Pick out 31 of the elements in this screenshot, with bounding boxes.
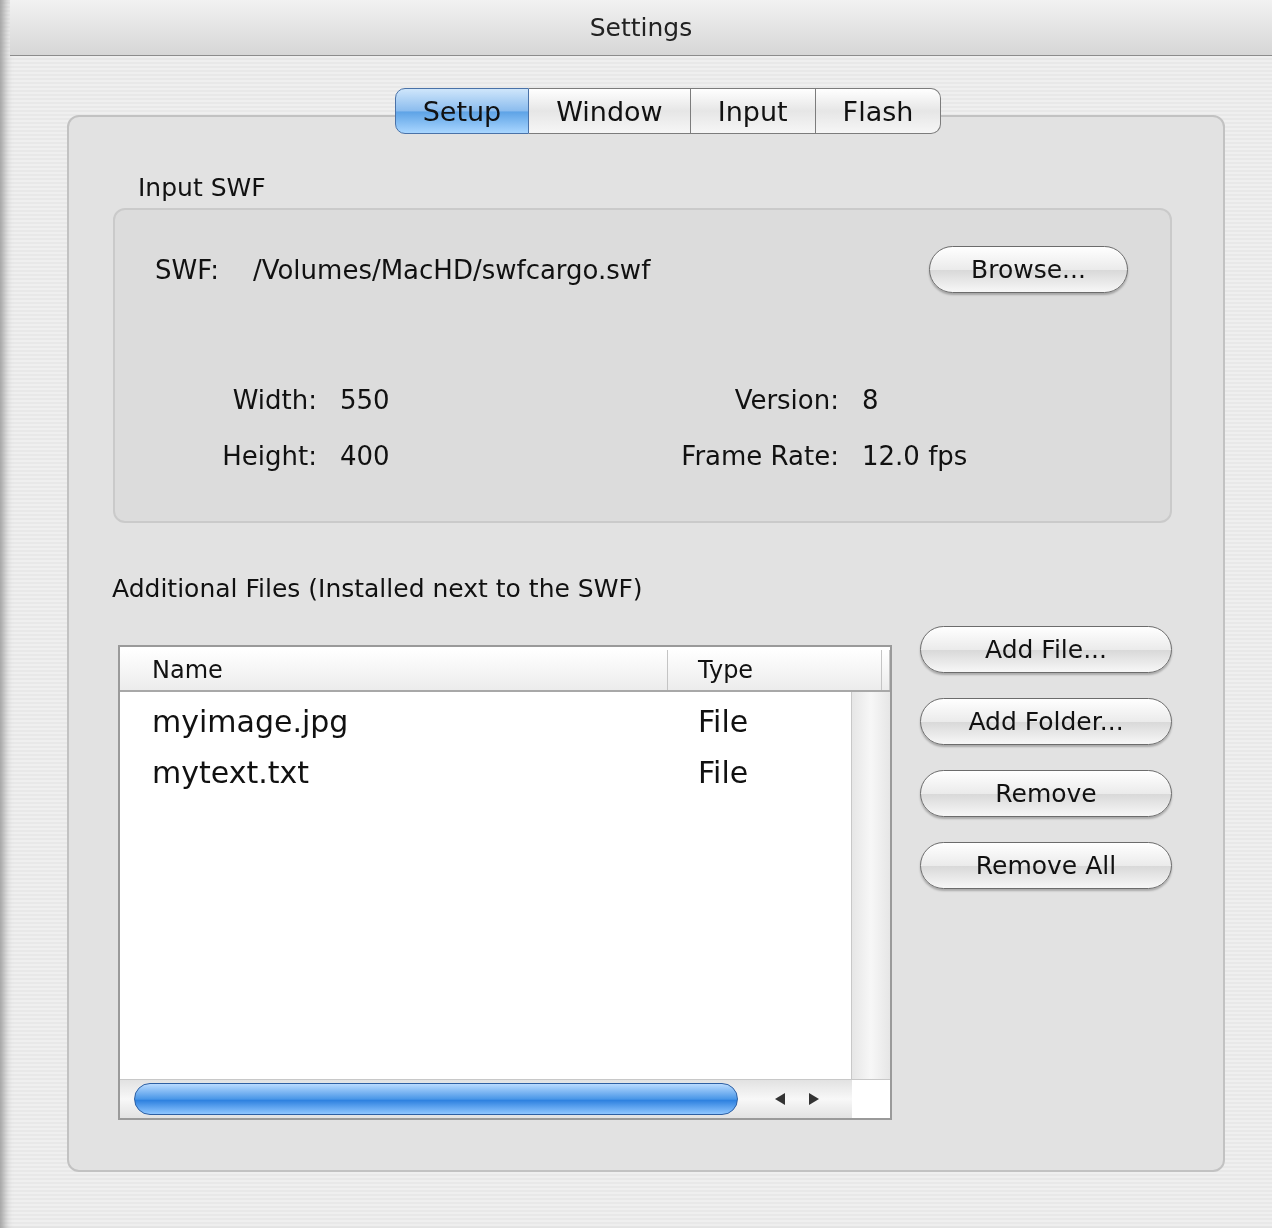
field-label: Width:: [231, 384, 317, 417]
file-path: /Volumes/MacHD/swfcargo.swf: [252, 254, 652, 285]
field-value: 12.0 fps: [862, 440, 969, 473]
scroll-left-icon[interactable]: [774, 1092, 786, 1106]
group-title: Input SWF: [138, 173, 267, 202]
table-cell-text: mytext.txt: [151, 755, 310, 790]
button[interactable]: Add File...: [920, 626, 1172, 673]
browse-button[interactable]: Browse...: [929, 246, 1128, 293]
field-label: Frame Rate:: [680, 440, 839, 473]
table-cell-text: File: [697, 755, 749, 790]
field-label: Version:: [733, 384, 839, 417]
field-label: Height:: [221, 440, 317, 473]
tab[interactable]: Flash: [815, 88, 942, 134]
tab[interactable]: Setup: [394, 88, 530, 134]
column-header[interactable]: Type: [668, 650, 882, 690]
scrollbar-thumb[interactable]: [134, 1083, 738, 1115]
section-title: Additional Files (Installed next to the SWF): [112, 574, 644, 603]
field-label: SWF:: [155, 254, 219, 285]
button[interactable]: Add Folder...: [920, 698, 1172, 745]
field-value: 400: [340, 440, 391, 473]
button[interactable]: Remove: [920, 770, 1172, 817]
window-title: Settings: [589, 13, 693, 42]
tab[interactable]: Input: [690, 88, 816, 134]
table-cell-text: myimage.jpg: [151, 704, 350, 739]
button[interactable]: Remove All: [920, 842, 1172, 889]
field-value: 550: [340, 384, 391, 417]
tab[interactable]: Window: [529, 88, 691, 134]
table-cell-text: File: [697, 704, 749, 739]
scroll-right-icon[interactable]: [808, 1092, 820, 1106]
field-value: 8: [862, 384, 880, 417]
column-header[interactable]: Name: [120, 650, 668, 690]
